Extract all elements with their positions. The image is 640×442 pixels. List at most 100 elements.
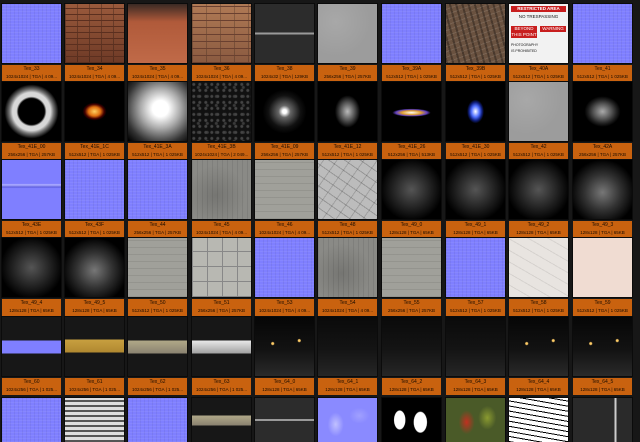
- texture-thumbnail[interactable]: [446, 317, 505, 376]
- texture-thumbnail[interactable]: [573, 238, 632, 297]
- texture-thumbnail[interactable]: [318, 238, 377, 297]
- texture-thumbnail[interactable]: [509, 317, 568, 376]
- texture-tile[interactable]: Tex_41E_3B 1024x1024 | TGA | 2 049...: [192, 82, 251, 160]
- texture-tile[interactable]: Tex_41E_3A 512x512 | TGA | 1 025KB: [128, 82, 187, 160]
- texture-thumbnail[interactable]: [318, 4, 377, 63]
- texture-thumbnail[interactable]: [65, 317, 124, 376]
- texture-tile[interactable]: Tex_46 1024x1024 | TGA | 4 09...: [255, 160, 314, 238]
- texture-thumbnail[interactable]: [2, 4, 61, 63]
- texture-tile[interactable]: Tex_62 1024x256 | TGA | 1 025...: [128, 317, 187, 395]
- texture-tile[interactable]: Tex_39B 512x512 | TGA | 1 025KB: [446, 4, 505, 82]
- texture-tile[interactable]: Tex_63 1024x256 | TGA | 1 025...: [192, 317, 251, 395]
- texture-thumbnail-partial[interactable]: [128, 398, 187, 442]
- texture-thumbnail[interactable]: [509, 82, 568, 141]
- texture-tile[interactable]: Tex_41E_26 512x256 | TGA | 513KB: [382, 82, 441, 160]
- texture-tile[interactable]: Tex_39A 512x512 | TGA | 1 025KB: [382, 4, 441, 82]
- texture-tile[interactable]: Tex_49_5 128x128 | TGA | 65KB: [65, 238, 124, 316]
- texture-tile[interactable]: Tex_49_2 128x128 | TGA | 65KB: [509, 160, 568, 238]
- texture-thumbnail[interactable]: [65, 160, 124, 219]
- texture-tile[interactable]: Tex_39 256x256 | TGA | 257KB: [318, 4, 377, 82]
- texture-thumbnail-partial[interactable]: [573, 398, 632, 442]
- texture-thumbnail[interactable]: [192, 4, 251, 63]
- texture-tile[interactable]: Tex_36 1024x1024 | TGA | 4 09...: [192, 4, 251, 82]
- texture-thumbnail[interactable]: [128, 4, 187, 63]
- texture-thumbnail[interactable]: [192, 238, 251, 297]
- texture-thumbnail[interactable]: [573, 82, 632, 141]
- texture-thumbnail[interactable]: [128, 238, 187, 297]
- texture-thumbnail[interactable]: [573, 160, 632, 219]
- texture-tile[interactable]: Tex_57 512x512 | TGA | 1 025KB: [446, 238, 505, 316]
- texture-tile[interactable]: Tex_64_1 128x128 | TGA | 65KB: [318, 317, 377, 395]
- texture-thumbnail[interactable]: [255, 317, 314, 376]
- texture-tile[interactable]: Tex_50 512x512 | TGA | 1 025KB: [128, 238, 187, 316]
- texture-tile[interactable]: Tex_51 256x256 | TGA | 257KB: [192, 238, 251, 316]
- texture-tile[interactable]: Tex_58 512x512 | TGA | 1 025KB: [509, 238, 568, 316]
- texture-tile[interactable]: Tex_45 1024x1024 | TGA | 4 09...: [192, 160, 251, 238]
- texture-tile[interactable]: Tex_54 1024x1024 | TGA | 4 09...: [318, 238, 377, 316]
- texture-tile[interactable]: Tex_41E_00 256x256 | TGA | 257KB: [2, 82, 61, 160]
- texture-tile[interactable]: Tex_53 1024x1024 | TGA | 4 09...: [255, 238, 314, 316]
- texture-thumbnail-partial[interactable]: [2, 398, 61, 442]
- texture-thumbnail[interactable]: [255, 238, 314, 297]
- texture-thumbnail[interactable]: [65, 4, 124, 63]
- texture-thumbnail[interactable]: [446, 82, 505, 141]
- texture-tile[interactable]: Tex_49_0 128x128 | TGA | 65KB: [382, 160, 441, 238]
- texture-thumbnail-partial[interactable]: [192, 398, 251, 442]
- texture-thumbnail[interactable]: [382, 317, 441, 376]
- texture-thumbnail[interactable]: RESTRICTED AREA NO TRESPASSING BEYOND THIS…: [509, 4, 568, 63]
- texture-thumbnail[interactable]: [382, 160, 441, 219]
- texture-thumbnail[interactable]: [192, 82, 251, 141]
- texture-thumbnail[interactable]: [446, 160, 505, 219]
- texture-thumbnail[interactable]: [382, 238, 441, 297]
- texture-thumbnail[interactable]: [318, 317, 377, 376]
- texture-tile[interactable]: Tex_44 256x256 | TGA | 257KB: [128, 160, 187, 238]
- texture-tile[interactable]: Tex_43F 512x512 | TGA | 1 025KB: [65, 160, 124, 238]
- texture-tile[interactable]: Tex_42A 256x256 | TGA | 257KB: [573, 82, 632, 160]
- texture-thumbnail[interactable]: [382, 4, 441, 63]
- texture-tile[interactable]: Tex_64_2 128x128 | TGA | 65KB: [382, 317, 441, 395]
- texture-tile[interactable]: Tex_49_4 128x128 | TGA | 65KB: [2, 238, 61, 316]
- texture-thumbnail[interactable]: [2, 160, 61, 219]
- texture-thumbnail[interactable]: [573, 4, 632, 63]
- texture-thumbnail-partial[interactable]: [318, 398, 377, 442]
- texture-thumbnail-partial[interactable]: [255, 398, 314, 442]
- texture-thumbnail-partial[interactable]: [382, 398, 441, 442]
- texture-tile[interactable]: Tex_48 512x512 | TGA | 1 025KB: [318, 160, 377, 238]
- texture-thumbnail[interactable]: [192, 317, 251, 376]
- texture-thumbnail[interactable]: [573, 317, 632, 376]
- texture-tile[interactable]: Tex_64_3 128x128 | TGA | 65KB: [446, 317, 505, 395]
- texture-thumbnail[interactable]: [318, 160, 377, 219]
- texture-thumbnail[interactable]: [255, 82, 314, 141]
- texture-tile[interactable]: Tex_64_0 128x128 | TGA | 65KB: [255, 317, 314, 395]
- texture-thumbnail[interactable]: [128, 82, 187, 141]
- texture-thumbnail[interactable]: [318, 82, 377, 141]
- texture-tile[interactable]: Tex_64_4 128x128 | TGA | 65KB: [509, 317, 568, 395]
- texture-thumbnail-partial[interactable]: [509, 398, 568, 442]
- texture-tile[interactable]: Tex_49_1 128x128 | TGA | 65KB: [446, 160, 505, 238]
- texture-thumbnail-partial[interactable]: [446, 398, 505, 442]
- texture-thumbnail[interactable]: [382, 82, 441, 141]
- texture-tile[interactable]: Tex_33 1024x1024 | TGA | 4 09...: [2, 4, 61, 82]
- texture-tile[interactable]: Tex_34 1024x1024 | TGA | 4 09...: [65, 4, 124, 82]
- texture-tile[interactable]: Tex_60 1024x256 | TGA | 1 025...: [2, 317, 61, 395]
- texture-tile[interactable]: Tex_41E_1C 512x512 | TGA | 1 025KB: [65, 82, 124, 160]
- texture-tile[interactable]: Tex_41E_09 256x256 | TGA | 257KB: [255, 82, 314, 160]
- texture-tile[interactable]: Tex_64_5 128x128 | TGA | 65KB: [573, 317, 632, 395]
- texture-thumbnail[interactable]: [509, 238, 568, 297]
- texture-thumbnail[interactable]: [2, 317, 61, 376]
- texture-thumbnail[interactable]: [446, 4, 505, 63]
- texture-tile[interactable]: Tex_41 512x512 | TGA | 1 025KB: [573, 4, 632, 82]
- texture-tile[interactable]: Tex_43E 512x512 | TGA | 1 025KB: [2, 160, 61, 238]
- texture-thumbnail[interactable]: [255, 160, 314, 219]
- texture-tile[interactable]: Tex_38 1024x32 | TGA | 129KB: [255, 4, 314, 82]
- texture-thumbnail[interactable]: [2, 238, 61, 297]
- texture-tile[interactable]: Tex_61 1024x256 | TGA | 1 025...: [65, 317, 124, 395]
- texture-thumbnail[interactable]: [128, 160, 187, 219]
- texture-thumbnail[interactable]: [192, 160, 251, 219]
- texture-tile[interactable]: Tex_42 512x512 | TGA | 1 025KB: [509, 82, 568, 160]
- texture-thumbnail[interactable]: [446, 238, 505, 297]
- texture-thumbnail-partial[interactable]: [65, 398, 124, 442]
- texture-thumbnail[interactable]: [255, 4, 314, 63]
- texture-tile[interactable]: Tex_35 1024x1024 | TGA | 4 09...: [128, 4, 187, 82]
- texture-thumbnail[interactable]: [65, 238, 124, 297]
